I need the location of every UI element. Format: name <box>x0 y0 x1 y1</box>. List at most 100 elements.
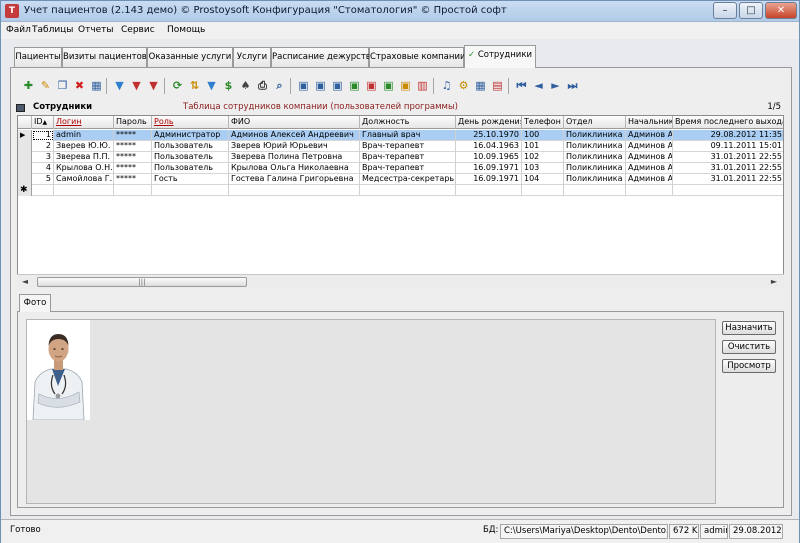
cell-last_exit[interactable] <box>673 185 783 196</box>
column-header-chief[interactable]: Начальник <box>626 116 673 129</box>
next-icon[interactable]: ◄ <box>530 77 547 94</box>
html-icon[interactable]: ▣ <box>363 77 380 94</box>
tab-photo[interactable]: Фото <box>19 294 51 312</box>
assign-photo-button[interactable]: Назначить <box>722 321 776 335</box>
settings-icon[interactable]: ♫ <box>438 77 455 94</box>
toolbar-icon[interactable]: ⏭ <box>564 77 581 94</box>
cell-fio[interactable]: Админов Алексей Андреевич <box>229 130 360 141</box>
cell-chief[interactable]: Админов А <box>626 130 673 141</box>
cell-password[interactable] <box>114 185 152 196</box>
column-header-login[interactable]: Логин <box>54 116 114 129</box>
table-icon[interactable]: ▦ <box>88 77 105 94</box>
cell-password[interactable]: ***** <box>114 141 152 152</box>
sort-icon[interactable]: ⇅ <box>186 77 203 94</box>
title-bar[interactable]: Т Учет пациентов (2.143 демо) © Prostoys… <box>1 1 799 22</box>
cell-chief[interactable]: Админов А <box>626 163 673 174</box>
cell-dept[interactable]: Поликлиника <box>564 130 626 141</box>
new-row[interactable]: ✱ <box>18 185 783 196</box>
column-header-birthday[interactable]: День рождения <box>456 116 522 129</box>
cell-role[interactable]: Пользователь <box>152 141 229 152</box>
cell-phone[interactable]: 100 <box>522 130 564 141</box>
cell-dept[interactable]: Поликлиника <box>564 141 626 152</box>
tab-employees[interactable]: ✓ Сотрудники <box>464 45 536 68</box>
tab-visits[interactable]: Визиты пациентов <box>62 47 147 67</box>
cell-chief[interactable]: Админов А <box>626 174 673 185</box>
print-icon[interactable]: ⎙ <box>254 77 271 94</box>
cell-password[interactable]: ***** <box>114 130 152 141</box>
cell-last_exit[interactable]: 29.08.2012 11:35 <box>673 130 783 141</box>
find-icon[interactable]: ♠ <box>237 77 254 94</box>
horizontal-scrollbar[interactable]: ◄ ||| ► <box>17 274 784 288</box>
scroll-right-icon[interactable]: ► <box>769 277 779 287</box>
cell-dept[interactable]: Поликлиника <box>564 152 626 163</box>
cell-login[interactable]: Крылова О.Н. <box>54 163 114 174</box>
cell-phone[interactable]: 103 <box>522 163 564 174</box>
cell-position[interactable]: Врач-терапевт <box>360 163 456 174</box>
column-header-dept[interactable]: Отдел <box>564 116 626 129</box>
cell-chief[interactable]: Админов А <box>626 141 673 152</box>
tab-patients[interactable]: Пациенты <box>14 47 62 67</box>
import-icon[interactable]: ▣ <box>312 77 329 94</box>
cell-id[interactable]: 1 <box>32 130 54 141</box>
excel-icon[interactable]: ▣ <box>329 77 346 94</box>
delete-icon[interactable]: ✖ <box>71 77 88 94</box>
maximize-button[interactable]: □ <box>739 2 763 19</box>
cell-role[interactable]: Пользователь <box>152 152 229 163</box>
close-button[interactable]: ✕ <box>765 2 797 19</box>
tab-insurance[interactable]: Страховые компании <box>369 47 466 67</box>
table-row[interactable]: 5 Самойлова Г.Г ***** Гость Гостева Галина Г… <box>18 174 783 185</box>
cell-login[interactable] <box>54 185 114 196</box>
cell-role[interactable]: Администратор <box>152 130 229 141</box>
cell-fio[interactable]: Зверева Полина Петровна <box>229 152 360 163</box>
cell-birthday[interactable]: 16.09.1971 <box>456 163 522 174</box>
column-header-id[interactable]: ID▲ <box>32 116 54 129</box>
add-record-icon[interactable]: ✚ <box>20 77 37 94</box>
filter-clear-icon[interactable]: ▼ <box>128 77 145 94</box>
menu-tables[interactable]: Таблицы <box>32 25 73 35</box>
copy-icon[interactable]: ❐ <box>54 77 71 94</box>
export-icon[interactable]: ▣ <box>295 77 312 94</box>
cell-chief[interactable]: Админов А <box>626 152 673 163</box>
cell-password[interactable]: ***** <box>114 163 152 174</box>
menu-reports[interactable]: Отчеты <box>78 25 114 35</box>
cell-chief[interactable] <box>626 185 673 196</box>
cell-last_exit[interactable]: 31.01.2011 22:55 <box>673 152 783 163</box>
cell-id[interactable]: 4 <box>32 163 54 174</box>
cell-position[interactable]: Врач-терапевт <box>360 141 456 152</box>
cell-login[interactable]: Зверев Ю.Ю. <box>54 141 114 152</box>
cell-fio[interactable] <box>229 185 360 196</box>
cell-last_exit[interactable]: 31.01.2011 22:55 <box>673 174 783 185</box>
preview-icon[interactable]: ⌕ <box>271 77 288 94</box>
row-indicator[interactable] <box>18 141 32 152</box>
chart-icon[interactable]: ▣ <box>397 77 414 94</box>
cell-fio[interactable]: Крылова Ольга Николаевна <box>229 163 360 174</box>
cell-login[interactable]: Самойлова Г.Г <box>54 174 114 185</box>
cell-id[interactable]: 5 <box>32 174 54 185</box>
cell-password[interactable]: ***** <box>114 174 152 185</box>
column-header-fio[interactable]: ФИО <box>229 116 360 129</box>
column-header-password[interactable]: Пароль <box>114 116 152 129</box>
cell-password[interactable]: ***** <box>114 152 152 163</box>
sort-ascending-icon[interactable]: ▲ <box>43 119 48 126</box>
cell-phone[interactable]: 104 <box>522 174 564 185</box>
row-indicator[interactable] <box>18 152 32 163</box>
cell-fio[interactable]: Зверев Юрий Юрьевич <box>229 141 360 152</box>
cell-last_exit[interactable]: 09.11.2011 15:01 <box>673 141 783 152</box>
column-header-last_exit[interactable]: Время последнего выхода <box>673 116 783 129</box>
table-row[interactable]: 2 Зверев Ю.Ю. ***** Пользователь Зверев Юрий… <box>18 141 783 152</box>
cell-birthday[interactable] <box>456 185 522 196</box>
cell-id[interactable]: 3 <box>32 152 54 163</box>
menu-file[interactable]: Файл <box>6 25 31 35</box>
tab-services-rendered[interactable]: Оказанные услуги <box>147 47 233 67</box>
filter-remove-icon[interactable]: ▼ <box>145 77 162 94</box>
cell-position[interactable]: Медсестра-секретарь <box>360 174 456 185</box>
cell-role[interactable] <box>152 185 229 196</box>
cell-dept[interactable] <box>564 185 626 196</box>
tab-duty-schedule[interactable]: Расписание дежурств <box>271 47 371 67</box>
row-indicator[interactable] <box>18 163 32 174</box>
menu-help[interactable]: Помощь <box>167 25 205 35</box>
cell-fio[interactable]: Гостева Галина Григорьевна <box>229 174 360 185</box>
cell-position[interactable]: Врач-терапевт <box>360 152 456 163</box>
row-indicator[interactable]: ✱ <box>18 185 32 196</box>
last-icon[interactable]: ► <box>547 77 564 94</box>
